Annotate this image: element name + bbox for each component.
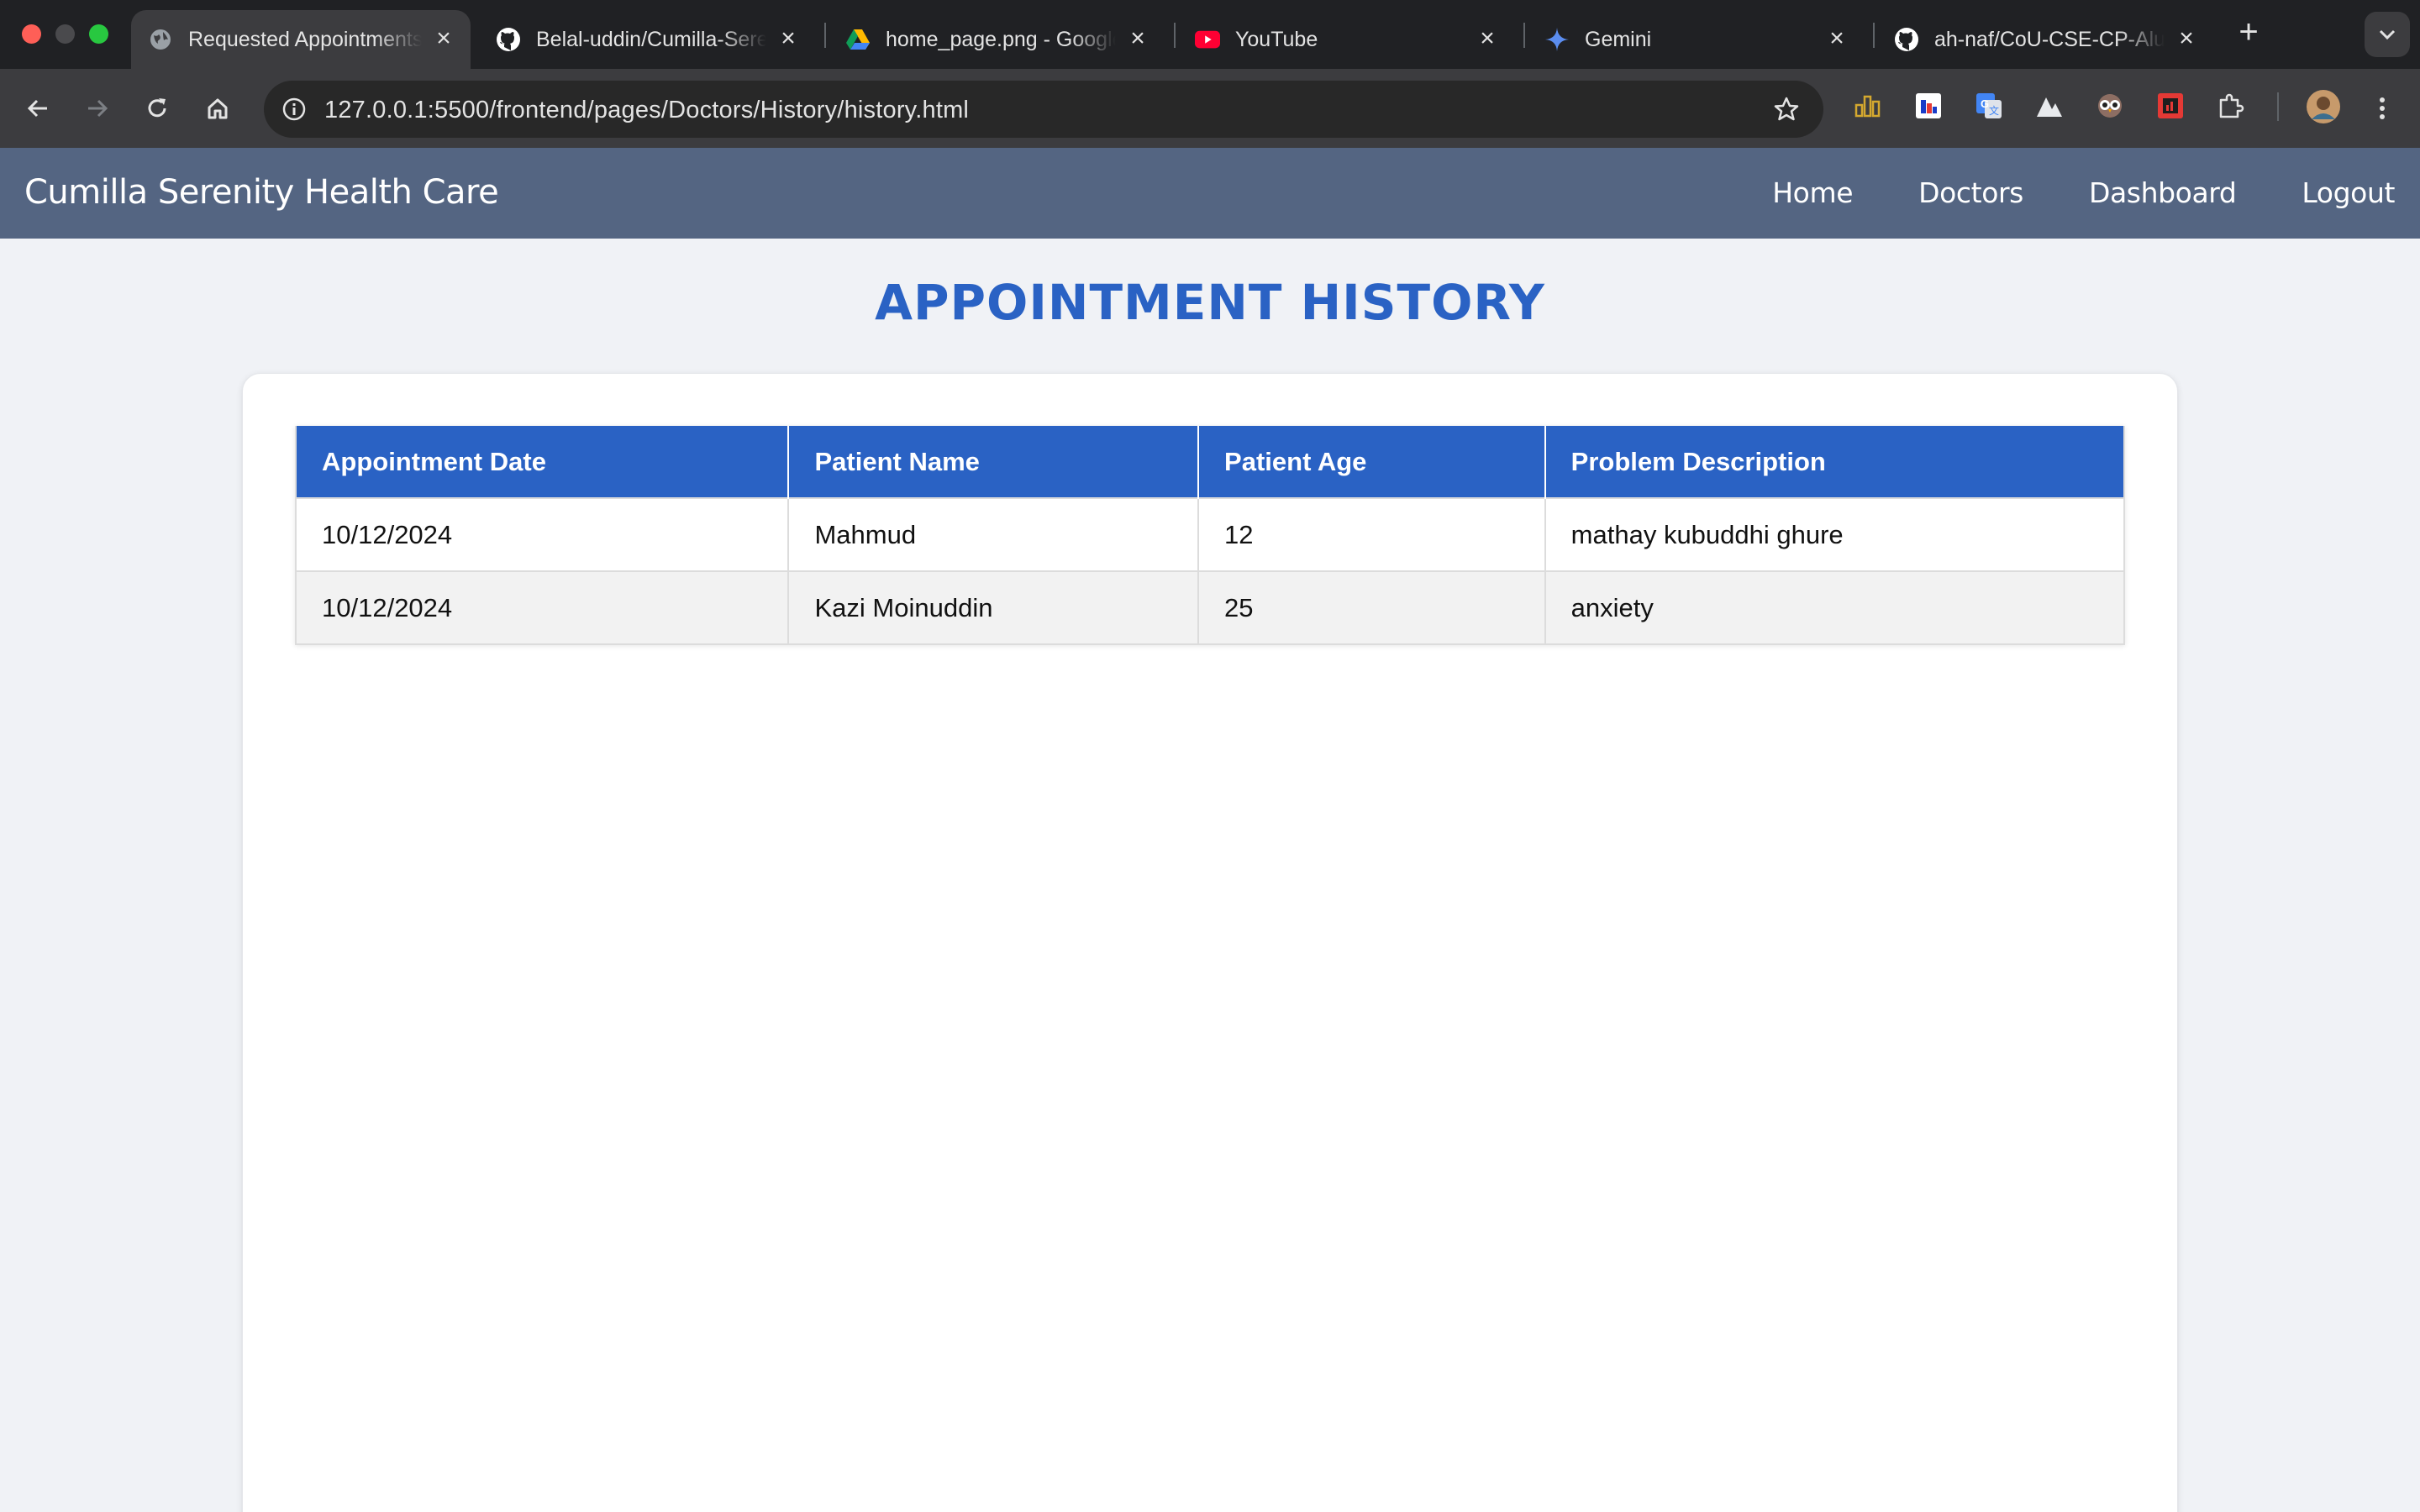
close-tab-icon[interactable]: × (432, 26, 455, 51)
site-info-icon[interactable] (276, 91, 313, 128)
cell-patient-age: 12 (1197, 497, 1546, 572)
address-bar[interactable]: 127.0.0.1:5500/frontend/pages/Doctors/Hi… (264, 81, 1823, 138)
translate-extension-icon[interactable]: G文 (1972, 89, 2006, 123)
site-brand[interactable]: Cumilla Serenity Health Care (24, 173, 499, 212)
profile-avatar[interactable] (2304, 87, 2343, 126)
bookmark-star-icon[interactable] (1768, 91, 1805, 128)
tab-title: home_page.png - Google Drive (886, 27, 1116, 51)
browser-tab-strip: Requested Appointments × Belal-uddin/Cum… (0, 0, 2420, 69)
tab-separator (1523, 23, 1525, 48)
url-text[interactable]: 127.0.0.1:5500/frontend/pages/Doctors/Hi… (324, 97, 969, 124)
cell-appointment-date: 10/12/2024 (294, 570, 790, 645)
cell-patient-name: Kazi Moinuddin (787, 570, 1200, 645)
github-icon (496, 27, 521, 52)
reload-icon (148, 98, 166, 118)
tab-title: Gemini (1585, 27, 1652, 51)
owl-extension-icon[interactable] (2093, 89, 2127, 123)
close-tab-icon[interactable]: × (2175, 26, 2198, 51)
site-navbar: Cumilla Serenity Health Care Home Doctor… (0, 148, 2420, 239)
browser-tab-gemini[interactable]: Gemini × (1528, 10, 1864, 69)
nav-logout-link[interactable]: Logout (2302, 176, 2395, 209)
browser-menu-button[interactable] (2361, 87, 2403, 129)
browser-tab-requested-appointments[interactable]: Requested Appointments × (131, 10, 471, 69)
cell-problem-description: anxiety (1544, 570, 2126, 645)
close-tab-icon[interactable]: × (776, 26, 800, 51)
globe-icon (148, 27, 173, 52)
tab-separator (824, 23, 826, 48)
svg-text:文: 文 (1989, 104, 1999, 117)
column-header-patient-age: Patient Age (1197, 426, 1546, 498)
more-vert-icon (2380, 97, 2385, 119)
mountain-extension-icon[interactable] (2033, 89, 2066, 123)
back-button[interactable] (17, 87, 59, 129)
close-window-button[interactable] (22, 24, 41, 44)
arrow-left-icon (27, 99, 47, 118)
svg-text:G: G (1981, 97, 1989, 110)
browser-tab-github-alumni[interactable]: ah-naf/CoU-CSE-CP-Alumni × (1877, 10, 2213, 69)
site-nav-links: Home Doctors Dashboard Logout (1772, 176, 2395, 209)
cell-patient-age: 25 (1197, 570, 1546, 645)
appointment-history-table: Appointment Date Patient Name Patient Ag… (294, 426, 2126, 645)
table-row: 10/12/2024 Mahmud 12 mathay kubuddhi ghu… (294, 497, 2126, 572)
youtube-icon (1195, 27, 1220, 52)
analytics-extension-icon[interactable] (1851, 89, 1885, 123)
red-square-extension-icon[interactable] (2154, 89, 2187, 123)
reload-button[interactable] (136, 87, 178, 129)
tab-search-button[interactable] (2365, 12, 2410, 57)
history-card: Appointment Date Patient Name Patient Ag… (242, 373, 2178, 1512)
nav-doctors-link[interactable]: Doctors (1918, 176, 2023, 209)
column-header-problem-description: Problem Description (1544, 426, 2126, 498)
tab-title: Requested Appointments (188, 27, 422, 51)
puzzle-extensions-icon[interactable] (2214, 89, 2248, 123)
browser-toolbar: 127.0.0.1:5500/frontend/pages/Doctors/Hi… (0, 69, 2420, 148)
tab-title: YouTube (1235, 27, 1318, 51)
page-viewport: Cumilla Serenity Health Care Home Doctor… (0, 148, 2420, 1512)
browser-tab-github-cumilla[interactable]: Belal-uddin/Cumilla-Serenity-Health-Care… (479, 10, 815, 69)
close-tab-icon[interactable]: × (1126, 26, 1150, 51)
github-icon (1894, 27, 1919, 52)
maximize-window-button[interactable] (89, 24, 108, 44)
browser-tab-youtube[interactable]: YouTube × (1178, 10, 1514, 69)
close-tab-icon[interactable]: × (1476, 26, 1499, 51)
tab-title: ah-naf/CoU-CSE-CP-Alumni (1934, 27, 2165, 51)
arrow-right-icon (88, 99, 108, 118)
page-title: APPOINTMENT HISTORY (875, 274, 1545, 331)
minimize-window-button[interactable] (55, 24, 75, 44)
column-header-patient-name: Patient Name (787, 426, 1200, 498)
close-tab-icon[interactable]: × (1825, 26, 1849, 51)
tab-separator (1174, 23, 1176, 48)
table-header-row: Appointment Date Patient Name Patient Ag… (294, 426, 2126, 498)
tab-separator (1873, 23, 1875, 48)
browser-tab-google-drive[interactable]: home_page.png - Google Drive × (829, 10, 1165, 69)
tab-title: Belal-uddin/Cumilla-Serenity-Health-Care (536, 27, 766, 51)
home-icon (208, 98, 228, 119)
new-tab-button[interactable]: + (2232, 15, 2265, 52)
color-extension-icon[interactable] (1912, 89, 1945, 123)
toolbar-divider (2277, 92, 2279, 121)
forward-button[interactable] (76, 87, 118, 129)
gemini-icon (1544, 27, 1570, 52)
cell-patient-name: Mahmud (787, 497, 1200, 572)
column-header-appointment-date: Appointment Date (294, 426, 790, 498)
chevron-down-icon (2379, 29, 2396, 40)
table-row: 10/12/2024 Kazi Moinuddin 25 anxiety (294, 570, 2126, 645)
nav-dashboard-link[interactable]: Dashboard (2089, 176, 2237, 209)
cell-problem-description: mathay kubuddhi ghure (1544, 497, 2126, 572)
home-button[interactable] (197, 87, 239, 129)
nav-home-link[interactable]: Home (1772, 176, 1853, 209)
google-drive-icon (845, 27, 871, 52)
cell-appointment-date: 10/12/2024 (294, 497, 790, 572)
